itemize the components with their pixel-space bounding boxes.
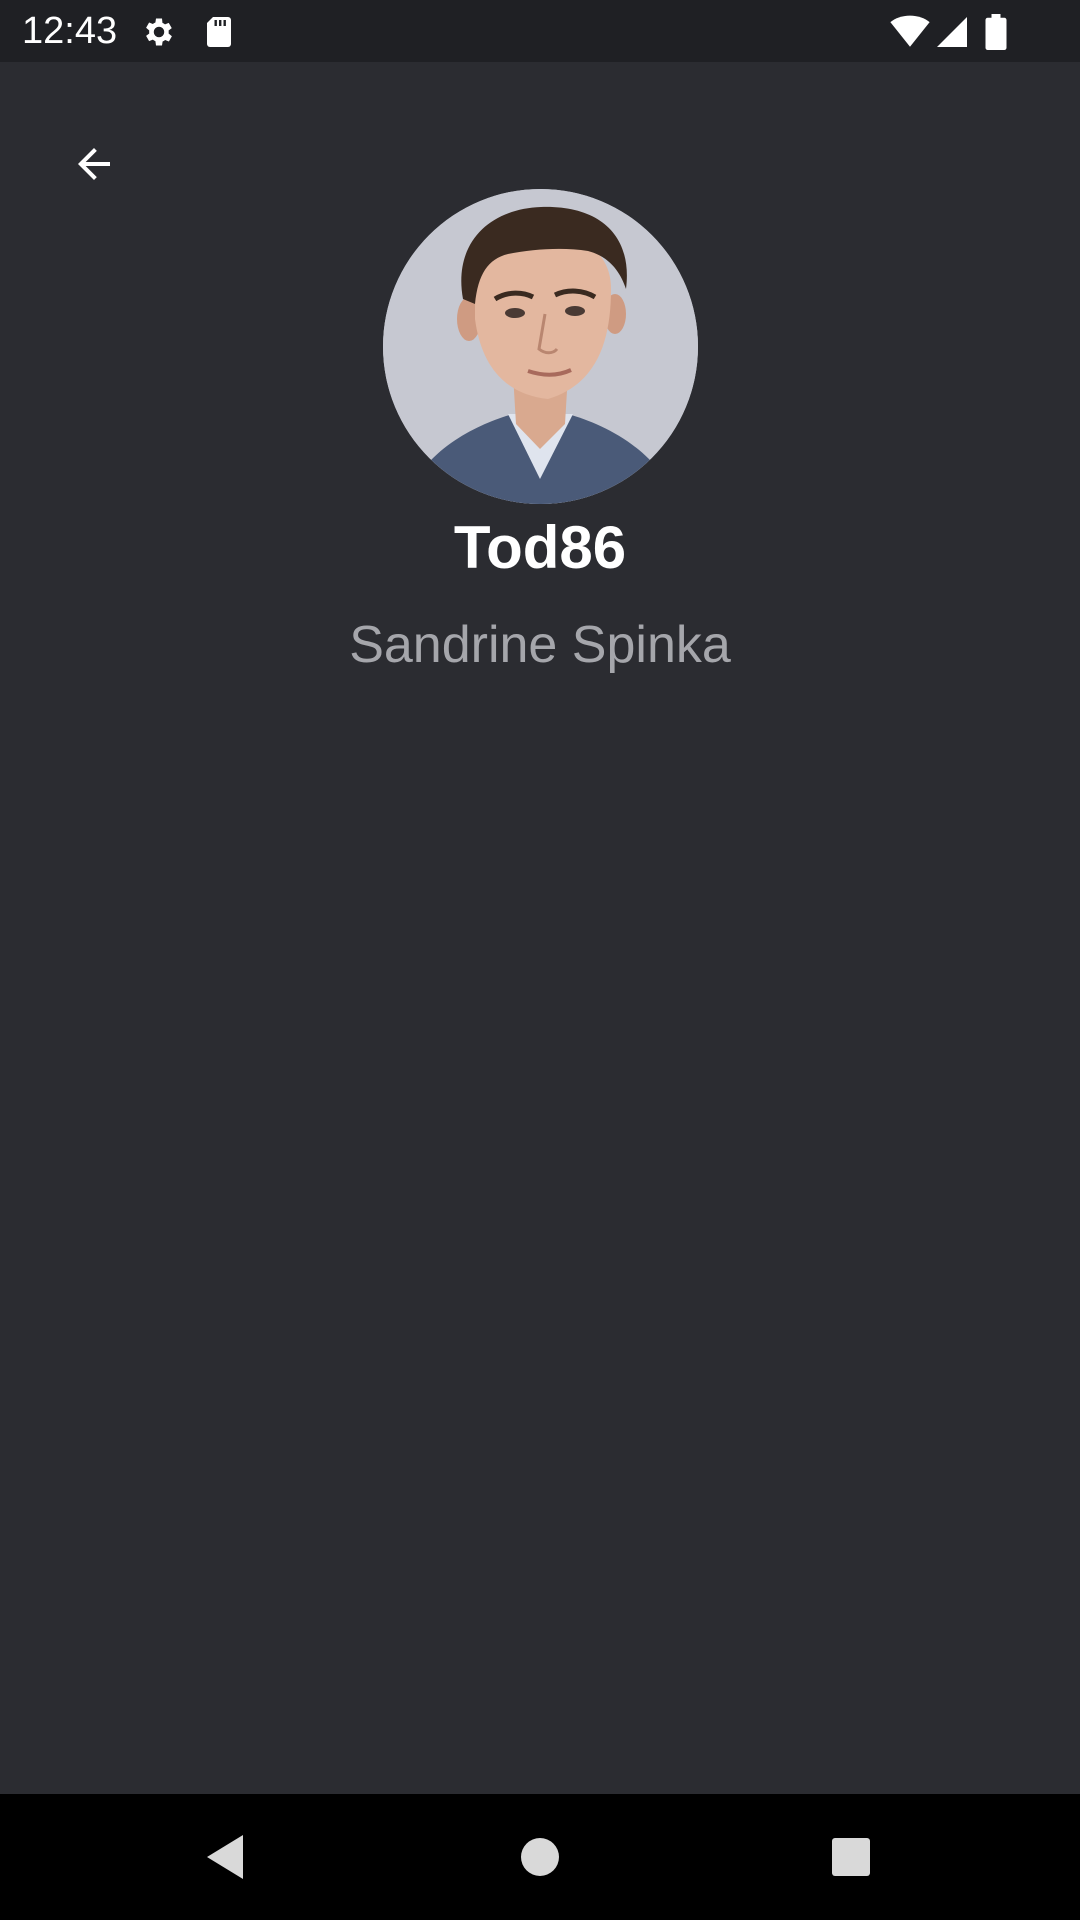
full-name: Sandrine Spinka [349,616,731,674]
battery-icon [984,14,1008,50]
status-time: 12:43 [22,10,118,52]
back-button[interactable] [56,126,132,202]
back-triangle-icon [207,1835,243,1879]
navigation-bar [0,1794,1080,1920]
username: Tod86 [453,514,627,581]
profile-photo [383,189,698,504]
profile-screen: Tod86 Sandrine Spinka [0,62,1080,1794]
nav-back-button[interactable] [185,1817,265,1897]
wifi-icon [890,14,930,50]
sd-card-icon [201,14,237,50]
avatar [383,189,698,504]
gear-icon [141,14,177,50]
home-circle-icon [521,1838,559,1876]
nav-recents-button[interactable] [811,1817,891,1897]
signal-icon [934,14,970,50]
recents-square-icon [832,1838,870,1876]
arrow-back-icon [78,148,110,180]
nav-home-button[interactable] [500,1817,580,1897]
status-bar: 12:43 [0,0,1080,62]
